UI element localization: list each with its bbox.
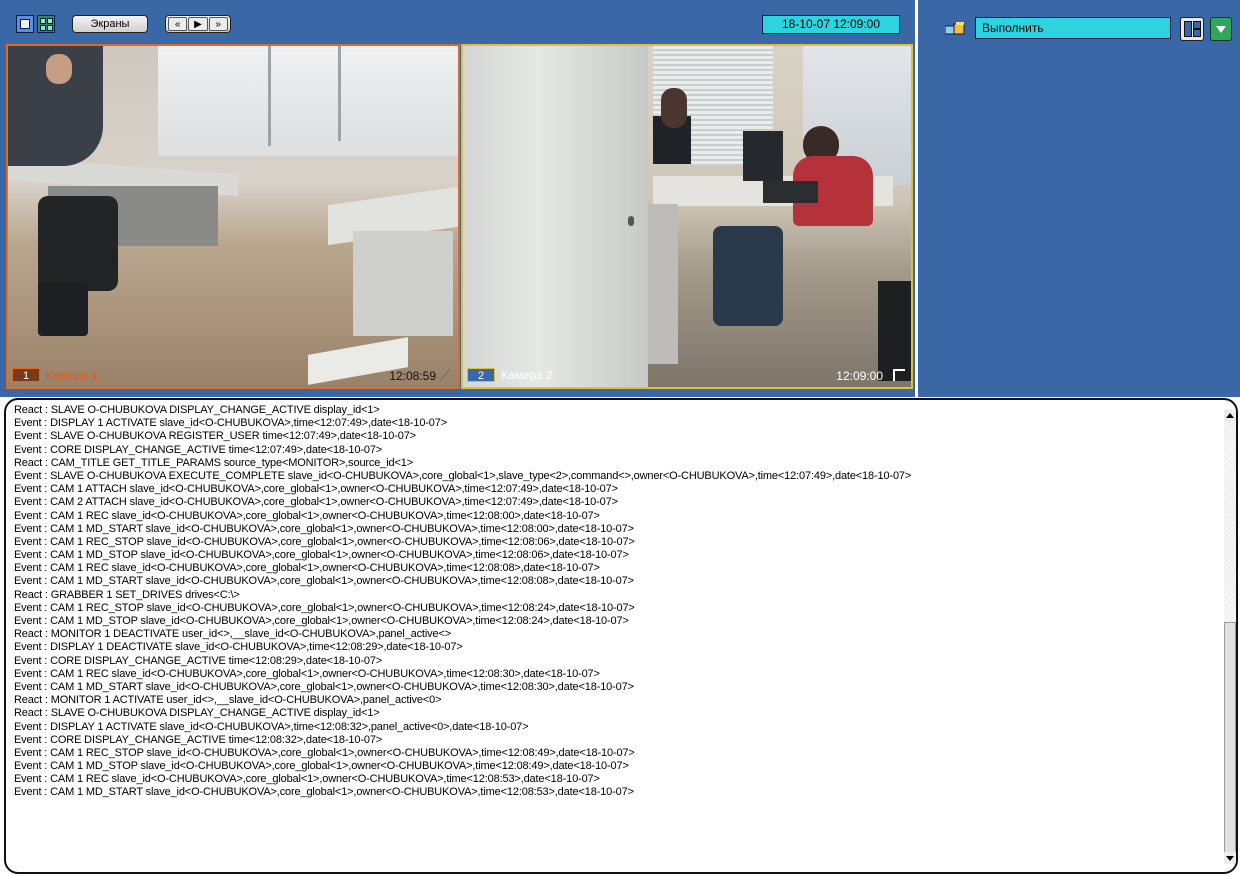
camera-2-name: Камера 2: [501, 368, 553, 382]
video-monitor: Экраны « ▶ » 18-10-07 12:09:00 1 Камера …: [0, 0, 915, 397]
log-line[interactable]: Event : CAM 1 REC slave_id<O-CHUBUKOVA>,…: [14, 562, 1222, 575]
camera-tile-1[interactable]: 1 Камера 1 12:08:59: [6, 44, 460, 389]
screens-button[interactable]: Экраны: [72, 15, 148, 33]
scroll-down-icon[interactable]: [1224, 852, 1236, 864]
event-log-list: React : SLAVE O-CHUBUKOVA DISPLAY_CHANGE…: [14, 404, 1222, 870]
camera-1-name: Камера 1: [46, 368, 98, 382]
log-line[interactable]: Event : CAM 1 MD_STOP slave_id<O-CHUBUKO…: [14, 549, 1222, 562]
scroll-up-icon[interactable]: [1224, 410, 1236, 422]
camera-1-video: [8, 46, 458, 387]
log-line[interactable]: Event : CAM 1 REC_STOP slave_id<O-CHUBUK…: [14, 747, 1222, 760]
log-line[interactable]: Event : CAM 1 ATTACH slave_id<O-CHUBUKOV…: [14, 483, 1222, 496]
monitor-toolbar: Экраны « ▶ » 18-10-07 12:09:00: [0, 0, 915, 44]
log-line[interactable]: React : MONITOR 1 DEACTIVATE user_id<>,_…: [14, 628, 1222, 641]
log-line[interactable]: Event : SLAVE O-CHUBUKOVA REGISTER_USER …: [14, 430, 1222, 443]
camera-tile-2[interactable]: 2 Камера 2 12:09:00: [461, 44, 913, 389]
command-input[interactable]: Выполнить: [975, 17, 1171, 39]
log-line[interactable]: Event : DISPLAY 1 ACTIVATE slave_id<O-CH…: [14, 721, 1222, 734]
log-line[interactable]: Event : CAM 1 MD_START slave_id<O-CHUBUK…: [14, 786, 1222, 799]
play-icon[interactable]: ▶: [188, 17, 208, 31]
log-line[interactable]: React : SLAVE O-CHUBUKOVA DISPLAY_CHANGE…: [14, 707, 1222, 720]
log-line[interactable]: Event : CAM 1 MD_STOP slave_id<O-CHUBUKO…: [14, 615, 1222, 628]
log-line[interactable]: Event : CAM 1 REC_STOP slave_id<O-CHUBUK…: [14, 602, 1222, 615]
run-command-icon: [945, 22, 965, 35]
log-line[interactable]: Event : CORE DISPLAY_CHANGE_ACTIVE time<…: [14, 655, 1222, 668]
playback-nav-group: « ▶ »: [165, 15, 231, 33]
log-line[interactable]: Event : CORE DISPLAY_CHANGE_ACTIVE time<…: [14, 734, 1222, 747]
log-line[interactable]: React : SLAVE O-CHUBUKOVA DISPLAY_CHANGE…: [14, 404, 1222, 417]
log-line[interactable]: Event : CAM 1 REC slave_id<O-CHUBUKOVA>,…: [14, 668, 1222, 681]
log-line[interactable]: Event : CAM 1 MD_STOP slave_id<O-CHUBUKO…: [14, 760, 1222, 773]
log-line[interactable]: Event : CORE DISPLAY_CHANGE_ACTIVE time<…: [14, 444, 1222, 457]
log-line[interactable]: Event : CAM 1 MD_START slave_id<O-CHUBUK…: [14, 681, 1222, 694]
camera-2-video: [463, 46, 911, 387]
single-view-icon[interactable]: [16, 15, 34, 33]
camera-2-label: 2 Камера 2: [467, 367, 553, 383]
log-line[interactable]: Event : SLAVE O-CHUBUKOVA EXECUTE_COMPLE…: [14, 470, 1222, 483]
log-line[interactable]: Event : CAM 1 REC slave_id<O-CHUBUKOVA>,…: [14, 773, 1222, 786]
chevron-down-icon[interactable]: [1210, 17, 1232, 41]
log-line[interactable]: React : MONITOR 1 ACTIVATE user_id<>,__s…: [14, 694, 1222, 707]
log-line[interactable]: React : CAM_TITLE GET_TITLE_PARAMS sourc…: [14, 457, 1222, 470]
prev-icon[interactable]: «: [168, 17, 188, 31]
camera-2-time: 12:09:00: [836, 369, 883, 383]
next-icon[interactable]: »: [208, 17, 228, 31]
current-datetime: 18-10-07 12:09:00: [762, 15, 900, 34]
camera-1-number: 1: [12, 368, 40, 382]
log-line[interactable]: Event : CAM 1 REC_STOP slave_id<O-CHUBUK…: [14, 536, 1222, 549]
log-line[interactable]: Event : CAM 1 MD_START slave_id<O-CHUBUK…: [14, 575, 1222, 588]
log-line[interactable]: Event : CAM 1 REC slave_id<O-CHUBUKOVA>,…: [14, 510, 1222, 523]
log-line[interactable]: Event : DISPLAY 1 DEACTIVATE slave_id<O-…: [14, 641, 1222, 654]
event-log[interactable]: React : SLAVE O-CHUBUKOVA DISPLAY_CHANGE…: [4, 398, 1238, 874]
log-line[interactable]: Event : DISPLAY 1 ACTIVATE slave_id<O-CH…: [14, 417, 1222, 430]
layout-grid-button[interactable]: [1180, 17, 1204, 41]
log-line[interactable]: React : GRABBER 1 SET_DRIVES drives<C:\>: [14, 589, 1222, 602]
command-panel: Выполнить: [918, 0, 1240, 397]
log-line[interactable]: Event : CAM 1 MD_START slave_id<O-CHUBUK…: [14, 523, 1222, 536]
camera-2-number: 2: [467, 368, 495, 382]
camera-2-resize-icon[interactable]: [893, 369, 905, 381]
log-line[interactable]: Event : CAM 2 ATTACH slave_id<O-CHUBUKOV…: [14, 496, 1222, 509]
grid-view-icon[interactable]: [37, 15, 55, 33]
scroll-thumb[interactable]: [1224, 622, 1236, 862]
camera-1-time: 12:08:59: [389, 369, 436, 383]
camera-1-label: 1 Камера 1: [12, 367, 98, 383]
